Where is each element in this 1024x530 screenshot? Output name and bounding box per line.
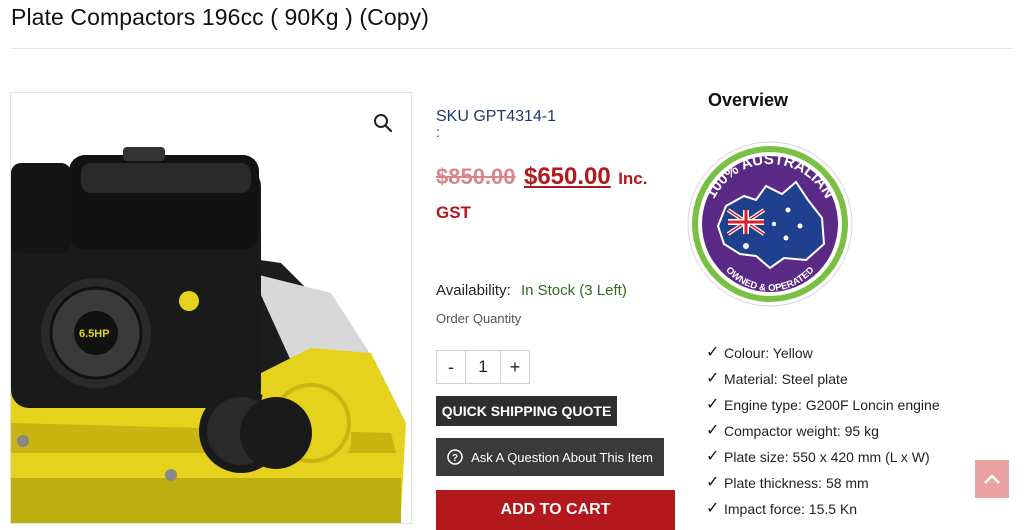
checkmark-icon: ✓	[706, 396, 720, 413]
feature-text: Plate size: 550 x 420 mm (L x W)	[724, 449, 930, 465]
feature-item: ✓ Material: Steel plate	[706, 366, 940, 392]
quick-shipping-quote-button[interactable]: QUICK SHIPPING QUOTE	[436, 396, 617, 426]
feature-text: Engine type: G200F Loncin engine	[724, 397, 940, 413]
decrement-button[interactable]: -	[437, 351, 465, 383]
product-image: 6.5HP	[11, 147, 406, 523]
sku-label: SKU	[436, 108, 469, 125]
title-divider	[11, 48, 1013, 49]
product-title: Plate Compactors 196cc ( 90Kg ) (Copy)	[11, 4, 429, 30]
feature-list: ✓ Colour: Yellow ✓ Material: Steel plate ✓…	[706, 340, 940, 522]
quantity-input[interactable]: 1	[465, 351, 501, 383]
back-to-top-button[interactable]	[975, 460, 1009, 498]
checkmark-icon: ✓	[706, 344, 720, 361]
sku-line: SKU GPT4314-1	[436, 108, 556, 126]
ask-question-label: Ask A Question About This Item	[471, 449, 653, 465]
order-quantity-label: Order Quantity	[436, 311, 522, 326]
price-line: $850.00 $650.00 Inc.	[436, 160, 686, 197]
feature-text: Colour: Yellow	[724, 345, 813, 361]
add-to-cart-button[interactable]: ADD TO CART	[436, 490, 675, 530]
checkmark-icon: ✓	[706, 500, 720, 517]
feature-item: ✓ Compactor weight: 95 kg	[706, 418, 940, 444]
feature-text: Material: Steel plate	[724, 371, 848, 387]
checkmark-icon: ✓	[706, 370, 720, 387]
feature-text: Compactor weight: 95 kg	[724, 423, 879, 439]
gst-label: GST	[436, 203, 471, 222]
zoom-icon[interactable]	[373, 113, 393, 133]
sale-price: $650.00	[523, 163, 611, 190]
checkmark-icon: ✓	[706, 422, 720, 439]
feature-item: ✓ Engine type: G200F Loncin engine	[706, 392, 940, 418]
australian-owned-badge: 100% AUSTRALIAN OWNED & OPERATED	[687, 141, 853, 307]
feature-item: ✓ Impact force: 15.5 Kn	[706, 496, 940, 522]
sku-colon: :	[436, 124, 440, 140]
stock-status: In Stock (3 Left)	[520, 282, 627, 299]
overview-heading: Overview	[708, 90, 789, 110]
checkmark-icon: ✓	[706, 474, 720, 491]
quantity-stepper: - 1 +	[436, 350, 530, 384]
ask-question-button[interactable]: ? Ask A Question About This Item	[436, 438, 664, 476]
increment-button[interactable]: +	[501, 351, 529, 383]
checkmark-icon: ✓	[706, 448, 720, 465]
question-circle-icon: ?	[447, 449, 463, 465]
chevron-up-icon	[984, 474, 1000, 484]
feature-item: ✓ Colour: Yellow	[706, 340, 940, 366]
svg-text:?: ?	[452, 453, 458, 464]
availability-label: Availability:	[436, 282, 511, 299]
feature-item: ✓ Plate size: 550 x 420 mm (L x W)	[706, 444, 940, 470]
product-image-panel[interactable]: 6.5HP	[10, 92, 412, 524]
price-suffix: Inc.	[618, 169, 648, 188]
feature-item: ✓ Plate thickness: 58 mm	[706, 470, 940, 496]
feature-text: Plate thickness: 58 mm	[724, 475, 869, 491]
engine-hp-label: 6.5HP	[79, 328, 110, 340]
sku-value: GPT4314-1	[473, 108, 557, 125]
availability: Availability: In Stock (3 Left)	[436, 282, 627, 299]
old-price: $850.00	[436, 164, 516, 189]
feature-text: Impact force: 15.5 Kn	[724, 501, 858, 517]
